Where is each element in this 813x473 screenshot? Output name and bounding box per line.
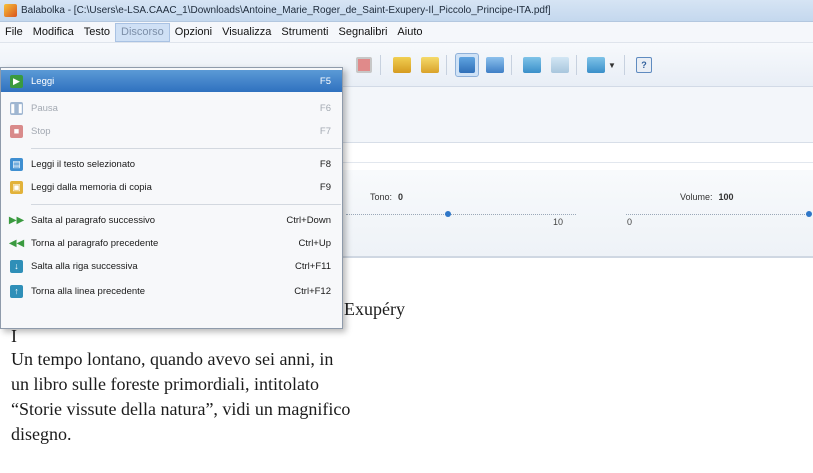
menu-item-linea-precedente[interactable]: ↑ Torna alla linea precedente Ctrl+F12: [1, 280, 342, 302]
menu-item-pausa[interactable]: ❚❚ Pausa F6: [1, 97, 342, 119]
menu-item-stop[interactable]: ■ Stop F7: [1, 120, 342, 142]
read-selection-icon: ▤: [10, 157, 23, 171]
menu-item-paragrafo-successivo[interactable]: ▶▶ Salta al paragrafo successivo Ctrl+Do…: [1, 209, 342, 231]
menu-separator: [31, 204, 341, 205]
menu-discorso[interactable]: Discorso: [115, 22, 170, 42]
toolbar-separator: [576, 55, 577, 75]
document-line: “Storie vissute della natura”, vidi un m…: [11, 399, 351, 419]
volume-slider-track[interactable]: [626, 214, 811, 215]
menu-item-leggi-selezionato[interactable]: ▤ Leggi il testo selezionato F8: [1, 153, 342, 175]
pitch-slider-thumb[interactable]: [445, 211, 451, 217]
bookmarks-dropdown-arrow[interactable]: ▼: [606, 53, 618, 77]
speech-menu-dropdown: ▶ Leggi F5 ❚❚ Pausa F6 ■ Stop F7 ▤ Leggi…: [0, 67, 343, 329]
balabolka-app-icon: [4, 4, 17, 17]
view-text-button[interactable]: [455, 53, 479, 77]
menu-separator: [31, 148, 341, 149]
stop-icon: [356, 57, 372, 73]
volume-slider-thumb[interactable]: [806, 211, 812, 217]
bookmark-next-button[interactable]: [548, 53, 572, 77]
menu-item-leggi[interactable]: ▶ Leggi F5: [1, 70, 342, 92]
toolbar-separator: [511, 55, 512, 75]
help-icon: ?: [636, 57, 652, 73]
menu-testo[interactable]: Testo: [79, 23, 115, 42]
volume-min-tick: 0: [627, 217, 633, 227]
menu-visualizza[interactable]: Visualizza: [217, 23, 276, 42]
compare-view-icon: [486, 57, 504, 73]
menu-item-paragrafo-precedente[interactable]: ◀◀ Torna al paragrafo precedente Ctrl+Up: [1, 232, 342, 254]
volume-label: Volume: 100: [680, 192, 734, 202]
document-line: un libro sulle foreste primordiali, inti…: [11, 374, 319, 394]
menu-segnalibri[interactable]: Segnalibri: [334, 23, 393, 42]
menu-aiuto[interactable]: Aiuto: [392, 23, 427, 42]
bookmark-icon: [587, 57, 605, 73]
document-line: disegno.: [11, 424, 72, 444]
document-title-fragment: Exupéry: [344, 299, 405, 319]
chevron-down-icon: ▼: [608, 60, 616, 70]
toolbar-separator: [446, 55, 447, 75]
menu-bar: File Modifica Testo Discorso Opzioni Vis…: [0, 22, 813, 43]
help-button[interactable]: ?: [632, 53, 656, 77]
menu-file[interactable]: File: [0, 23, 28, 42]
stop-toolbar-button[interactable]: [352, 53, 376, 77]
pitch-slider-track[interactable]: [346, 214, 576, 215]
menu-strumenti[interactable]: Strumenti: [276, 23, 333, 42]
view-compare-button[interactable]: [483, 53, 507, 77]
save-audio-button[interactable]: [390, 53, 414, 77]
split-audio-button[interactable]: [418, 53, 442, 77]
text-view-icon: [459, 57, 475, 73]
menu-item-leggi-memoria[interactable]: ▣ Leggi dalla memoria di copia F9: [1, 176, 342, 198]
next-line-icon: ↓: [10, 259, 23, 273]
bookmarks-button[interactable]: [584, 53, 608, 77]
prev-line-icon: ↑: [10, 284, 23, 298]
menu-modifica[interactable]: Modifica: [28, 23, 79, 42]
clipboard-icon: ▣: [10, 180, 23, 194]
bookmark-prev-button[interactable]: [520, 53, 544, 77]
book-prev-icon: [523, 57, 541, 73]
skip-back-icon: ◀◀: [8, 237, 25, 249]
play-icon: ▶: [10, 74, 23, 88]
menu-opzioni[interactable]: Opzioni: [170, 23, 217, 42]
book-next-icon: [551, 57, 569, 73]
stop-icon: ■: [10, 124, 23, 138]
skip-forward-icon: ▶▶: [8, 214, 25, 226]
pitch-label: Tono: 0: [370, 192, 404, 202]
window-title: Balabolka - [C:\Users\e-LSA.CAAC_1\Downl…: [21, 5, 551, 16]
pause-icon: ❚❚: [8, 101, 25, 115]
folder-audio-icon: [421, 57, 439, 73]
toolbar-separator: [380, 55, 381, 75]
toolbar-separator: [624, 55, 625, 75]
menu-item-riga-successiva[interactable]: ↓ Salta alla riga successiva Ctrl+F11: [1, 255, 342, 277]
pitch-max-tick: 10: [553, 217, 564, 227]
document-line: I: [11, 326, 17, 346]
document-line: Un tempo lontano, quando avevo sei anni,…: [11, 349, 334, 369]
audio-file-icon: [393, 57, 411, 73]
title-bar: Balabolka - [C:\Users\e-LSA.CAAC_1\Downl…: [0, 0, 813, 22]
